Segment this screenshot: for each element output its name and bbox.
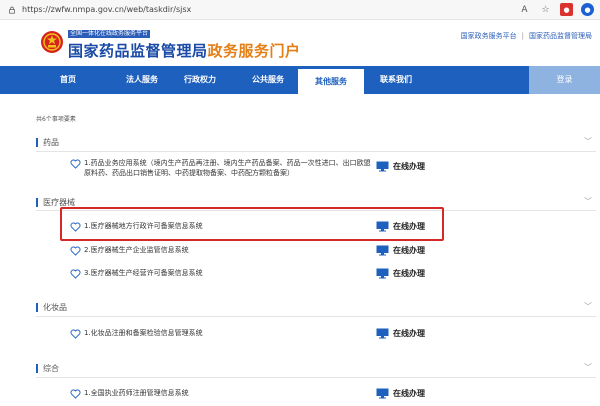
item-label[interactable]: 2.医疗器械生产企业监管信息系统 bbox=[84, 245, 189, 255]
link-national-platform[interactable]: 国家政务服务平台 bbox=[461, 32, 517, 40]
national-emblem-icon bbox=[41, 31, 63, 53]
section-title: 药品 bbox=[43, 138, 59, 147]
heart-icon[interactable] bbox=[70, 246, 81, 256]
online-handle-button[interactable]: 在线办理 bbox=[376, 267, 425, 279]
monitor-icon bbox=[376, 245, 389, 255]
item-label[interactable]: 1.全国执业药师注册管理信息系统 bbox=[84, 388, 189, 398]
section-title: 化妆品 bbox=[43, 303, 67, 312]
link-nmpa[interactable]: 国家药品监督管理局 bbox=[529, 32, 592, 40]
divider bbox=[36, 377, 596, 378]
main-nav: 首页 法人服务 行政权力 公共服务 其他服务 联系我们 bbox=[0, 66, 600, 94]
chevron-down-icon[interactable]: ﹀ bbox=[584, 196, 592, 207]
chevron-down-icon[interactable]: ﹀ bbox=[584, 362, 592, 373]
nav-other-services[interactable]: 其他服务 bbox=[298, 66, 364, 94]
online-handle-button[interactable]: 在线办理 bbox=[376, 327, 425, 339]
heart-icon[interactable] bbox=[70, 269, 81, 279]
item-label[interactable]: 1.药品业务应用系统（境内生产药品再注册、境内生产药品备案、药品一次性进口、出口… bbox=[84, 158, 374, 178]
heart-icon[interactable] bbox=[70, 389, 81, 399]
divider bbox=[36, 151, 596, 152]
online-handle-button[interactable]: 在线办理 bbox=[376, 244, 425, 256]
online-handle-button[interactable]: 在线办理 bbox=[376, 387, 425, 399]
chevron-down-icon[interactable]: ﹀ bbox=[584, 301, 592, 312]
highlight-box bbox=[60, 207, 444, 241]
chevron-down-icon[interactable]: ﹀ bbox=[584, 136, 592, 147]
monitor-icon bbox=[376, 161, 389, 171]
nav-home[interactable]: 首页 bbox=[28, 66, 108, 94]
heart-icon[interactable] bbox=[70, 329, 81, 339]
section-cosmetics[interactable]: 化妆品 ﹀ bbox=[36, 301, 596, 315]
nav-contact[interactable]: 联系我们 bbox=[356, 66, 436, 94]
extension-icon[interactable]: ● bbox=[560, 3, 573, 16]
nav-public-services[interactable]: 公共服务 bbox=[228, 66, 308, 94]
lock-icon bbox=[9, 6, 15, 14]
section-title: 综合 bbox=[43, 364, 59, 373]
monitor-icon bbox=[376, 268, 389, 278]
item-label[interactable]: 1.化妆品注册和备案检验信息管理系统 bbox=[84, 328, 203, 338]
profile-icon[interactable]: ● bbox=[581, 3, 594, 16]
divider bbox=[36, 316, 596, 317]
site-title: 国家药品监督管理局政务服务门户 bbox=[68, 40, 301, 61]
top-links: 国家政务服务平台 | 国家药品监督管理局 bbox=[460, 32, 592, 40]
url-text[interactable]: https://zwfw.nmpa.gov.cn/web/taskdir/sjs… bbox=[22, 5, 191, 14]
login-button[interactable]: 登录 bbox=[529, 66, 600, 94]
site-title-main: 国家药品监督管理局 bbox=[68, 42, 208, 60]
heart-icon[interactable] bbox=[70, 159, 81, 169]
monitor-icon bbox=[376, 388, 389, 398]
item-label[interactable]: 3.医疗器械生产经营许可备案信息系统 bbox=[84, 268, 203, 278]
section-general[interactable]: 综合 ﹀ bbox=[36, 362, 596, 376]
monitor-icon bbox=[376, 328, 389, 338]
online-handle-button[interactable]: 在线办理 bbox=[376, 160, 425, 172]
site-title-accent: 政务服务门户 bbox=[207, 42, 301, 60]
read-aloud-icon[interactable]: A bbox=[518, 3, 531, 16]
platform-slogan: 全国一体化在线政务服务平台 bbox=[68, 30, 151, 38]
favorite-star-icon[interactable]: ☆ bbox=[539, 3, 552, 16]
browser-address-bar[interactable]: https://zwfw.nmpa.gov.cn/web/taskdir/sjs… bbox=[0, 0, 600, 20]
section-drugs[interactable]: 药品 ﹀ bbox=[36, 136, 596, 150]
item-count: 共6个事项要素 bbox=[36, 116, 76, 123]
